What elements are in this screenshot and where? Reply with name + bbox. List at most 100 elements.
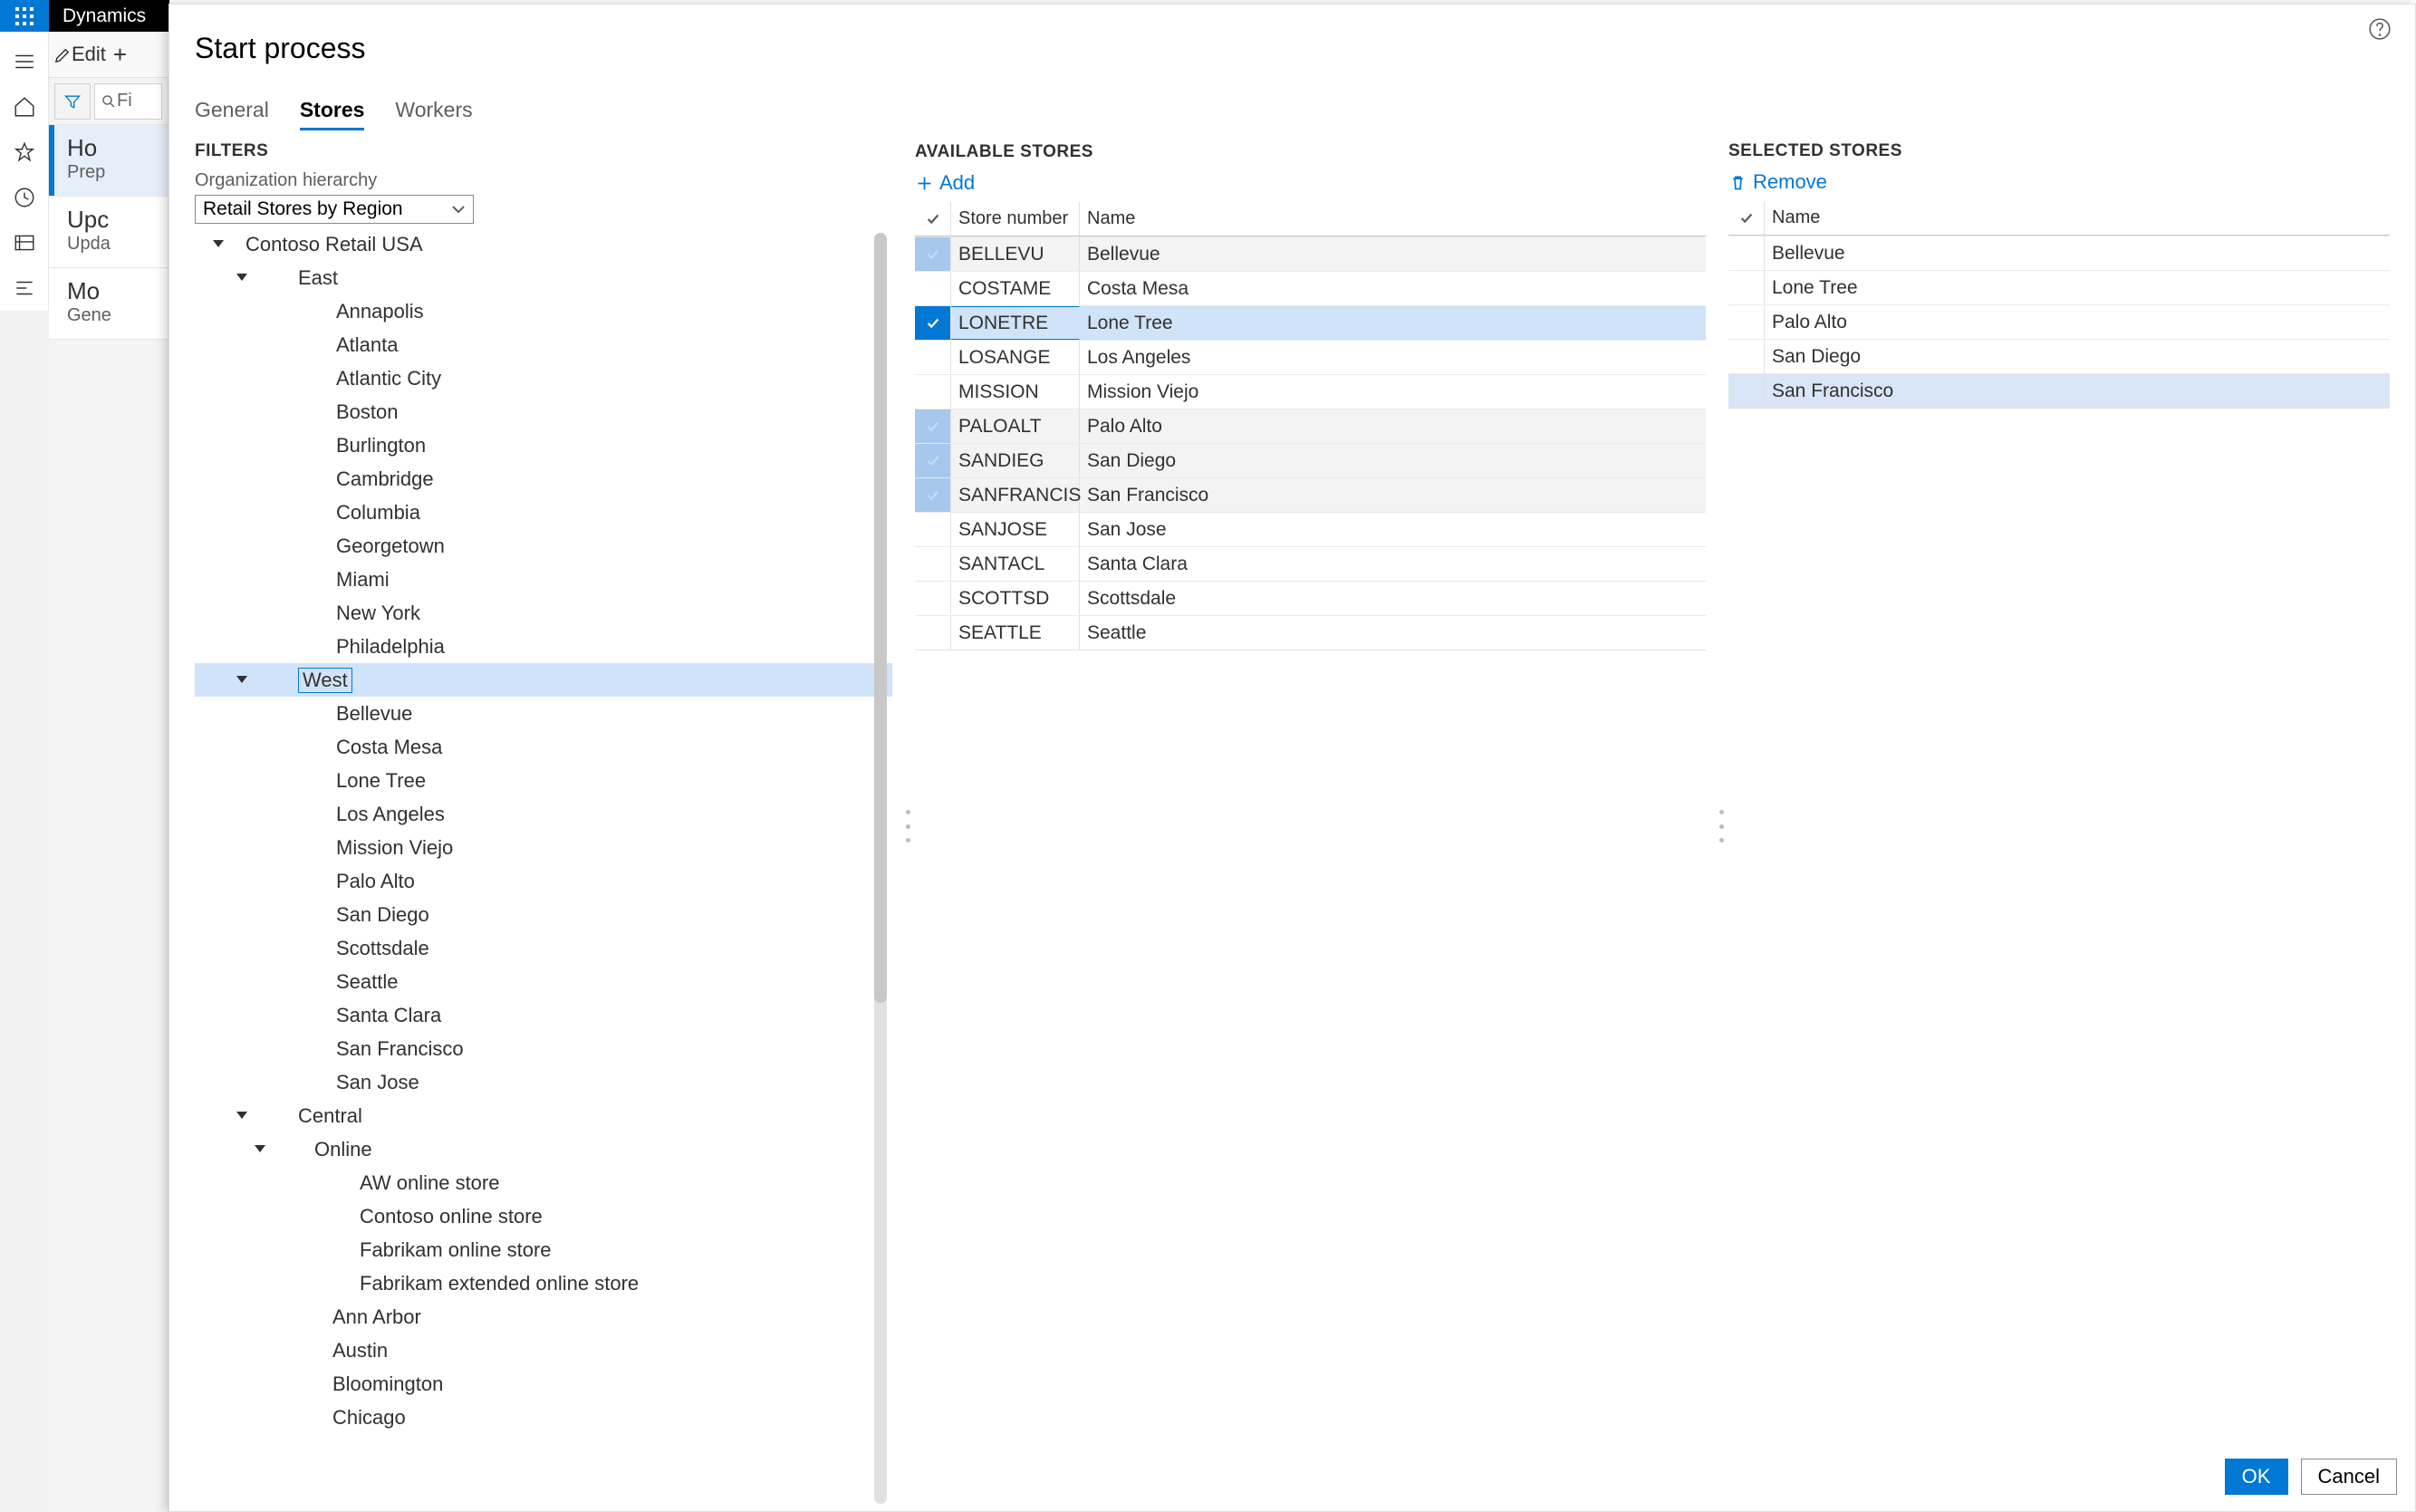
grid-row[interactable]: SANTACL Santa Clara	[915, 546, 1706, 581]
grid-row[interactable]: Palo Alto	[1728, 304, 2390, 339]
grid-row[interactable]: SEATTLE Seattle	[915, 615, 1706, 650]
add-button[interactable]: Add	[915, 171, 1706, 195]
tree-expand-icon[interactable]	[236, 674, 249, 687]
row-checkbox[interactable]	[1728, 305, 1765, 339]
tree-node[interactable]: Costa Mesa	[195, 730, 892, 764]
tree-node[interactable]: Bellevue	[195, 697, 892, 730]
tree-node[interactable]: West	[195, 663, 892, 697]
ok-button[interactable]: OK	[2225, 1459, 2288, 1495]
tree-node[interactable]: Bloomington	[195, 1367, 892, 1401]
pane-resize-handle[interactable]	[906, 810, 911, 843]
row-checkbox[interactable]	[915, 237, 951, 271]
row-checkbox[interactable]	[915, 341, 951, 374]
pane-resize-handle[interactable]	[1719, 810, 1725, 843]
col-store-name[interactable]: Name	[1080, 202, 1706, 236]
tree-node[interactable]: Annapolis	[195, 294, 892, 328]
grid-row[interactable]: San Francisco	[1728, 373, 2390, 408]
tree-node[interactable]: Santa Clara	[195, 998, 892, 1032]
list-card[interactable]: Mo Gene	[49, 268, 168, 340]
tree-node[interactable]: Central	[195, 1099, 892, 1132]
help-button[interactable]	[2368, 17, 2392, 41]
filter-search-input[interactable]: Fi	[94, 83, 162, 120]
workspaces-icon[interactable]	[0, 220, 49, 265]
modules-icon[interactable]	[0, 265, 49, 311]
filter-button[interactable]	[54, 83, 91, 120]
tree-node[interactable]: Chicago	[195, 1401, 892, 1434]
tree-node[interactable]: Contoso Retail USA	[195, 227, 892, 261]
tree-node[interactable]: Scottsdale	[195, 931, 892, 965]
tree-node[interactable]: Contoso online store	[195, 1199, 892, 1233]
tab-workers[interactable]: Workers	[395, 98, 472, 130]
grid-row[interactable]: SANFRANCIS San Francisco	[915, 477, 1706, 512]
row-checkbox[interactable]	[915, 582, 951, 615]
cancel-button[interactable]: Cancel	[2301, 1459, 2397, 1495]
tree-node[interactable]: San Francisco	[195, 1032, 892, 1065]
row-checkbox[interactable]	[915, 444, 951, 477]
tree-node[interactable]: San Diego	[195, 898, 892, 931]
app-launcher-button[interactable]	[0, 0, 49, 32]
col-store-number[interactable]: Store number	[951, 202, 1080, 236]
tree-node[interactable]: Georgetown	[195, 529, 892, 563]
list-card[interactable]: Ho Prep	[49, 125, 168, 197]
grid-row[interactable]: San Diego	[1728, 339, 2390, 373]
tree-node[interactable]: Burlington	[195, 429, 892, 462]
col-store-name[interactable]: Name	[1765, 201, 2390, 235]
menu-icon[interactable]	[0, 39, 49, 84]
favorites-icon[interactable]	[0, 130, 49, 175]
row-checkbox[interactable]	[915, 478, 951, 512]
grid-row[interactable]: PALOALT Palo Alto	[915, 409, 1706, 443]
row-checkbox[interactable]	[1728, 374, 1765, 408]
tab-stores[interactable]: Stores	[300, 98, 365, 130]
select-all-checkbox[interactable]	[1728, 201, 1765, 235]
tree-node[interactable]: Seattle	[195, 965, 892, 998]
tree-node[interactable]: Fabrikam online store	[195, 1233, 892, 1266]
tree-node[interactable]: Palo Alto	[195, 864, 892, 898]
tree-node[interactable]: Cambridge	[195, 462, 892, 496]
tree-expand-icon[interactable]	[236, 1110, 249, 1122]
tree-node[interactable]: Columbia	[195, 496, 892, 529]
grid-row[interactable]: SANJOSE San Jose	[915, 512, 1706, 546]
tree-expand-icon[interactable]	[236, 272, 249, 284]
grid-row[interactable]: Lone Tree	[1728, 270, 2390, 304]
tree-node[interactable]: Atlantic City	[195, 361, 892, 395]
grid-row[interactable]: SANDIEG San Diego	[915, 443, 1706, 477]
row-checkbox[interactable]	[915, 513, 951, 546]
tree-node[interactable]: Austin	[195, 1334, 892, 1367]
tree-node[interactable]: Los Angeles	[195, 797, 892, 831]
row-checkbox[interactable]	[915, 616, 951, 650]
row-checkbox[interactable]	[915, 547, 951, 581]
row-checkbox[interactable]	[915, 375, 951, 409]
tree-node[interactable]: Mission Viejo	[195, 831, 892, 864]
row-checkbox[interactable]	[1728, 236, 1765, 270]
tree-node[interactable]: AW online store	[195, 1166, 892, 1199]
org-hierarchy-dropdown[interactable]: Retail Stores by Region	[195, 195, 474, 224]
tree-node[interactable]: Philadelphia	[195, 630, 892, 663]
new-button[interactable]: +	[113, 41, 127, 69]
row-checkbox[interactable]	[1728, 340, 1765, 373]
tree-node[interactable]: Atlanta	[195, 328, 892, 361]
row-checkbox[interactable]	[1728, 271, 1765, 304]
edit-button[interactable]: Edit	[54, 43, 106, 66]
list-card[interactable]: Upc Upda	[49, 197, 168, 268]
home-icon[interactable]	[0, 84, 49, 130]
grid-row[interactable]: COSTAME Costa Mesa	[915, 271, 1706, 305]
tree-node[interactable]: New York	[195, 596, 892, 630]
tree-node[interactable]: Boston	[195, 395, 892, 429]
select-all-checkbox[interactable]	[915, 202, 951, 236]
recent-icon[interactable]	[0, 175, 49, 220]
tree-node[interactable]: East	[195, 261, 892, 294]
grid-row[interactable]: MISSION Mission Viejo	[915, 374, 1706, 409]
row-checkbox[interactable]	[915, 272, 951, 305]
grid-row[interactable]: BELLEVU Bellevue	[915, 236, 1706, 271]
tree-node[interactable]: Lone Tree	[195, 764, 892, 797]
tree-node[interactable]: Online	[195, 1132, 892, 1166]
row-checkbox[interactable]	[915, 409, 951, 443]
tree-expand-icon[interactable]	[255, 1143, 267, 1156]
tree-node[interactable]: Miami	[195, 563, 892, 596]
remove-button[interactable]: Remove	[1728, 170, 2390, 194]
grid-row[interactable]: SCOTTSD Scottsdale	[915, 581, 1706, 615]
tree-scrollbar-thumb[interactable]	[874, 233, 887, 1003]
tree-expand-icon[interactable]	[213, 238, 226, 251]
tree-node[interactable]: Ann Arbor	[195, 1300, 892, 1334]
grid-row[interactable]: Bellevue	[1728, 236, 2390, 270]
